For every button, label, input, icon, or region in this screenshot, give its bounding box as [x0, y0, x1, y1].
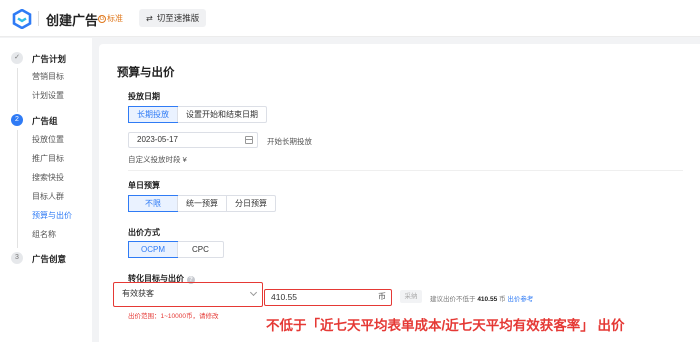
sidebar-item-group-name[interactable]: 组名称	[32, 229, 56, 240]
badge-g-icon: G	[98, 14, 106, 23]
sidebar-item-promo-target[interactable]: 推广目标	[32, 153, 64, 164]
section-title: 预算与出价	[117, 67, 175, 79]
option-unlimited[interactable]: 不限	[128, 195, 178, 212]
suggest-prefix: 建议出价不低于	[430, 296, 476, 303]
swap-icon: ⇄	[146, 13, 153, 23]
step-connector	[17, 68, 18, 112]
calendar-icon[interactable]	[245, 136, 253, 144]
switch-version-button[interactable]: ⇄ 切至速推版	[139, 9, 207, 27]
start-date-value: 2023-05-17	[137, 135, 178, 144]
suggest-unit: 币	[499, 296, 506, 303]
bid-suggestion: 建议出价不低于 410.55 币 出价参考	[430, 293, 533, 303]
option-ocpm[interactable]: OCPM	[128, 241, 178, 258]
daily-budget-options: 不限 统一预算 分日预算	[128, 195, 276, 212]
option-unified-budget[interactable]: 统一预算	[177, 196, 226, 211]
version-badge-label: 标准	[107, 14, 123, 23]
header-divider	[38, 11, 39, 26]
date-hint: 开始长期投放	[267, 137, 312, 146]
bid-method-label: 出价方式	[128, 228, 160, 237]
chevron-down-icon	[249, 288, 258, 297]
bid-unit: 币	[378, 292, 386, 301]
switch-version-label: 切至速推版	[156, 13, 200, 23]
divider	[128, 170, 683, 171]
option-long-term[interactable]: 长期投放	[128, 106, 178, 123]
start-date-field[interactable]: 2023-05-17	[128, 132, 258, 148]
suggest-value: 410.55	[477, 296, 498, 303]
version-badge: G 标准	[98, 13, 123, 24]
conversion-goal-value: 有效获客	[122, 289, 154, 298]
bid-range-error: 出价范围：1~10000币，请修改	[128, 313, 219, 320]
sidebar-item-placement[interactable]: 投放位置	[32, 134, 64, 145]
sidebar-item-search-quick[interactable]: 搜索快投	[32, 172, 64, 183]
step-number: 3	[11, 252, 23, 264]
bid-amount-input[interactable]: 410.55 币	[264, 289, 392, 306]
step-number: 2	[11, 114, 23, 126]
custom-time-link[interactable]: 自定义投放时段 ¥	[128, 154, 187, 165]
sidebar-item-marketing-goal[interactable]: 营销目标	[32, 71, 64, 82]
apply-suggestion-button[interactable]: 采纳	[400, 290, 422, 303]
annotation-text: 不低于「近七天平均表单成本/近七天平均有效获客率」 出价	[266, 318, 625, 333]
bid-reference-link[interactable]: 出价参考	[507, 296, 533, 303]
step-title: 广告组	[32, 116, 58, 126]
step-title: 广告创意	[32, 254, 67, 264]
sidebar-item-audience[interactable]: 目标人群	[32, 191, 64, 202]
sidebar-item-budget-bid[interactable]: 预算与出价	[32, 210, 72, 221]
page-title: 创建广告	[46, 13, 99, 28]
schedule-label: 投放日期	[128, 92, 160, 101]
bid-method-options: OCPM CPC	[128, 241, 224, 258]
daily-budget-label: 单日预算	[128, 181, 160, 190]
budget-bid-card: 预算与出价 投放日期 长期投放 设置开始和结束日期 2023-05-17 开始长…	[99, 44, 700, 342]
check-icon: ✓	[11, 52, 23, 64]
conversion-goal-highlight: 有效获客	[113, 282, 263, 307]
option-set-dates[interactable]: 设置开始和结束日期	[177, 107, 266, 122]
option-cpc[interactable]: CPC	[177, 242, 223, 257]
step-sidebar: ✓ 广告计划 营销目标 计划设置 2 广告组 投放位置 推广目标 搜索快投 目标…	[0, 38, 92, 342]
sidebar-item-plan-settings[interactable]: 计划设置	[32, 90, 64, 101]
conversion-goal-select[interactable]: 有效获客	[120, 287, 258, 301]
step-connector	[17, 130, 18, 248]
schedule-options: 长期投放 设置开始和结束日期	[128, 106, 267, 123]
app-logo-icon	[12, 9, 32, 29]
bid-amount-value: 410.55	[271, 292, 297, 302]
top-header: 创建广告 G 标准 ⇄ 切至速推版	[0, 0, 700, 37]
option-daily-budget[interactable]: 分日预算	[226, 196, 275, 211]
step-title: 广告计划	[32, 54, 67, 64]
